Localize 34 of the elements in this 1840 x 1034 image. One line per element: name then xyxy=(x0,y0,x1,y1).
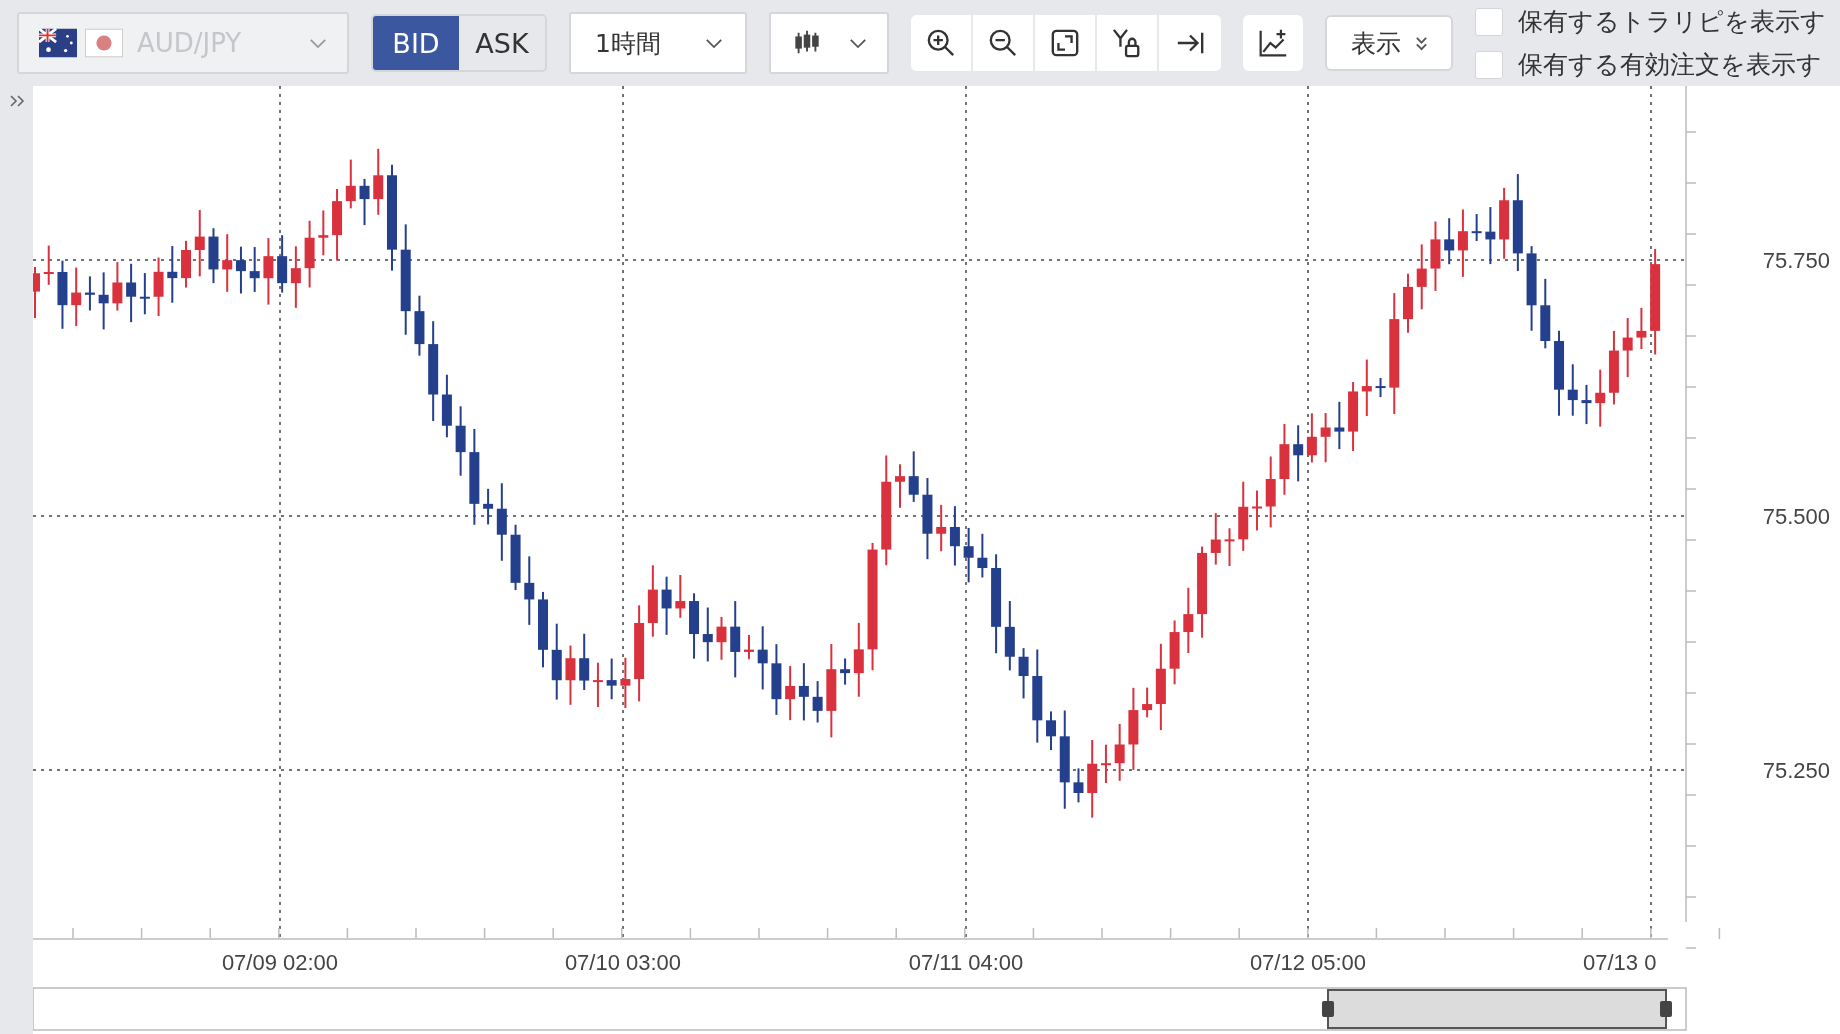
navigator-handle[interactable] xyxy=(1322,1001,1334,1017)
time-axis-label: 07/10 03:00 xyxy=(564,950,682,975)
timeframe-select[interactable]: 1時間 xyxy=(569,12,747,74)
checkbox[interactable] xyxy=(1475,7,1503,36)
zoom-out-icon xyxy=(988,28,1018,58)
japan-flag-icon xyxy=(85,28,123,58)
expand-panel-icon[interactable] xyxy=(9,94,25,108)
time-axis-label: 07/11 04:00 xyxy=(908,950,1024,975)
checkbox-label: 保有するトラリピを表示す xyxy=(1518,6,1826,38)
caret-icon xyxy=(705,37,723,49)
checkbox-label: 保有する有効注文を表示す xyxy=(1518,49,1822,81)
navigator-handle[interactable] xyxy=(1660,1001,1672,1017)
expand-icon xyxy=(1050,28,1080,58)
chart-type-select[interactable] xyxy=(769,12,889,74)
time-axis-label: 07/13 0 xyxy=(1583,950,1657,975)
time-axis-label: 07/09 02:00 xyxy=(221,950,339,975)
display-button[interactable]: 表示 xyxy=(1325,15,1453,71)
price-axis-label: 75.250 xyxy=(1762,758,1830,783)
price-axis-label: 75.750 xyxy=(1762,248,1830,273)
y-lock-icon xyxy=(1112,28,1142,58)
caret-icon xyxy=(849,37,867,49)
time-axis-label: 07/12 05:00 xyxy=(1249,950,1367,975)
timeframe-label: 1時間 xyxy=(595,27,661,60)
chart-plus-icon xyxy=(1258,28,1288,58)
australia-flag-icon xyxy=(39,28,77,58)
zoom-in-button[interactable] xyxy=(911,15,973,71)
price-side-tab[interactable]: BID xyxy=(373,16,459,70)
zoom-in-icon xyxy=(926,28,956,58)
double-chevron-icon xyxy=(1414,35,1428,51)
caret-icon xyxy=(309,37,327,49)
checkbox[interactable] xyxy=(1475,50,1503,79)
price-axis-label: 75.500 xyxy=(1762,504,1830,529)
add-indicator-button[interactable] xyxy=(1243,15,1303,71)
navigator-window[interactable] xyxy=(1327,989,1667,1029)
